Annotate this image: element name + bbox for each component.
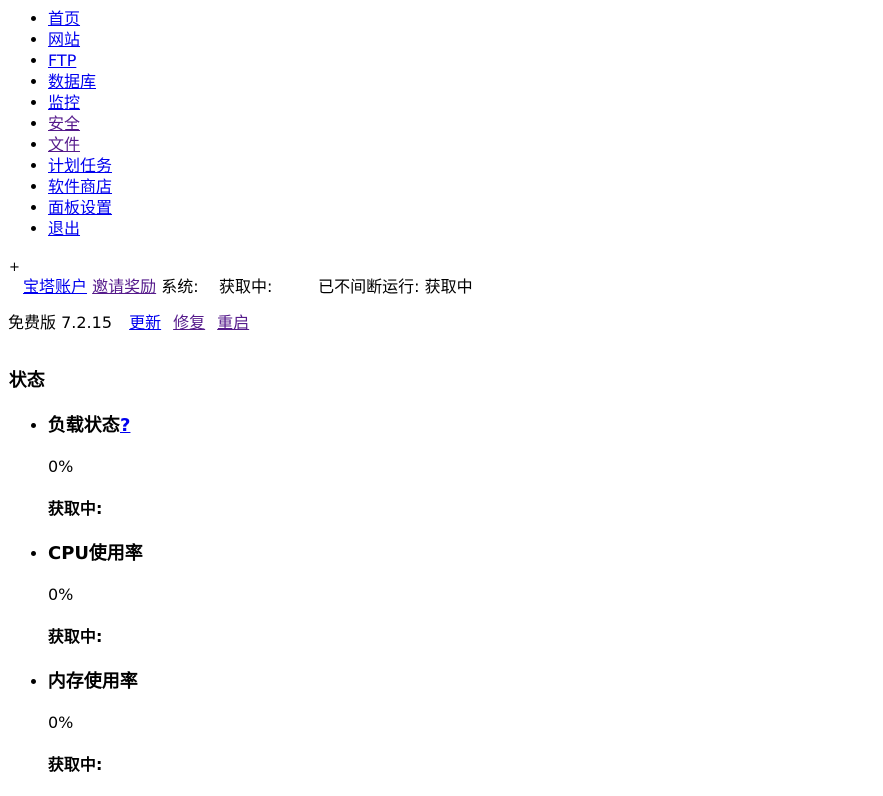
nav-link-panel-settings[interactable]: 面板设置 [48, 198, 112, 217]
edition-label: 免费版 [8, 313, 57, 332]
nav-link-database[interactable]: 数据库 [48, 72, 96, 91]
cpu-usage-item: CPU使用率 0% 获取中: [48, 540, 143, 668]
load-status-title: 负载状态 [48, 415, 120, 436]
nav-item-panel-settings: 面板设置 [48, 197, 112, 218]
nav-link-app-store[interactable]: 软件商店 [48, 177, 112, 196]
uptime-label: 已不间断运行: [318, 277, 420, 296]
memory-usage-value: 0% [48, 713, 74, 732]
version-number: 7.2.15 [61, 313, 112, 332]
memory-usage-sub: 获取中: [48, 755, 103, 774]
nav-link-monitor[interactable]: 监控 [48, 93, 80, 112]
nav-item-app-store: 软件商店 [48, 176, 112, 197]
repair-link[interactable]: 修复 [173, 313, 205, 332]
nav-link-ftp[interactable]: FTP [48, 51, 76, 70]
status-heading: 状态 [9, 370, 45, 391]
nav-item-security: 安全 [48, 113, 112, 134]
restart-link[interactable]: 重启 [217, 313, 249, 332]
load-help-link[interactable]: ? [120, 415, 130, 436]
cpu-usage-sub: 获取中: [48, 627, 103, 646]
nav-item-ftp: FTP [48, 50, 112, 71]
cpu-usage-title: CPU使用率 [48, 543, 144, 564]
nav-item-logout: 退出 [48, 218, 112, 239]
uptime-value: 获取中 [424, 277, 473, 296]
account-row: 宝塔账户 邀请奖励 系统: 获取中: 已不间断运行: 获取中 [23, 276, 473, 297]
nav-item-cron: 计划任务 [48, 155, 112, 176]
invite-reward-link[interactable]: 邀请奖励 [92, 277, 156, 296]
nav-item-files: 文件 [48, 134, 112, 155]
nav-link-security[interactable]: 安全 [48, 114, 80, 133]
memory-usage-item: 内存使用率 0% 获取中: [48, 668, 143, 796]
version-row: 免费版 7.2.15 更新 修复 重启 [8, 312, 249, 333]
cpu-usage-value: 0% [48, 585, 74, 604]
load-status-sub: 获取中: [48, 499, 103, 518]
nav-item-database: 数据库 [48, 71, 112, 92]
nav-item-monitor: 监控 [48, 92, 112, 113]
nav-link-logout[interactable]: 退出 [48, 219, 80, 238]
load-status-item: 负载状态? 0% 获取中: [48, 412, 143, 540]
main-nav: 首页 网站 FTP 数据库 监控 安全 文件 计划任务 软件商店 面板设置 退出 [0, 8, 112, 239]
load-status-title-row: 负载状态? [48, 412, 143, 439]
nav-link-cron[interactable]: 计划任务 [48, 156, 112, 175]
nav-link-websites[interactable]: 网站 [48, 30, 80, 49]
nav-link-files[interactable]: 文件 [48, 135, 80, 154]
load-status-value: 0% [48, 457, 74, 476]
expand-plus-icon[interactable]: + [9, 257, 20, 278]
system-label: 系统: [161, 277, 199, 296]
memory-usage-title: 内存使用率 [48, 671, 138, 692]
status-list: 负载状态? 0% 获取中: CPU使用率 0% 获取中: 内存使用率 0% 获取… [0, 412, 143, 796]
nav-link-home[interactable]: 首页 [48, 9, 80, 28]
nav-item-home: 首页 [48, 8, 112, 29]
update-link[interactable]: 更新 [129, 313, 161, 332]
system-value: 获取中: [218, 277, 273, 296]
nav-item-websites: 网站 [48, 29, 112, 50]
bt-account-link[interactable]: 宝塔账户 [23, 277, 87, 296]
